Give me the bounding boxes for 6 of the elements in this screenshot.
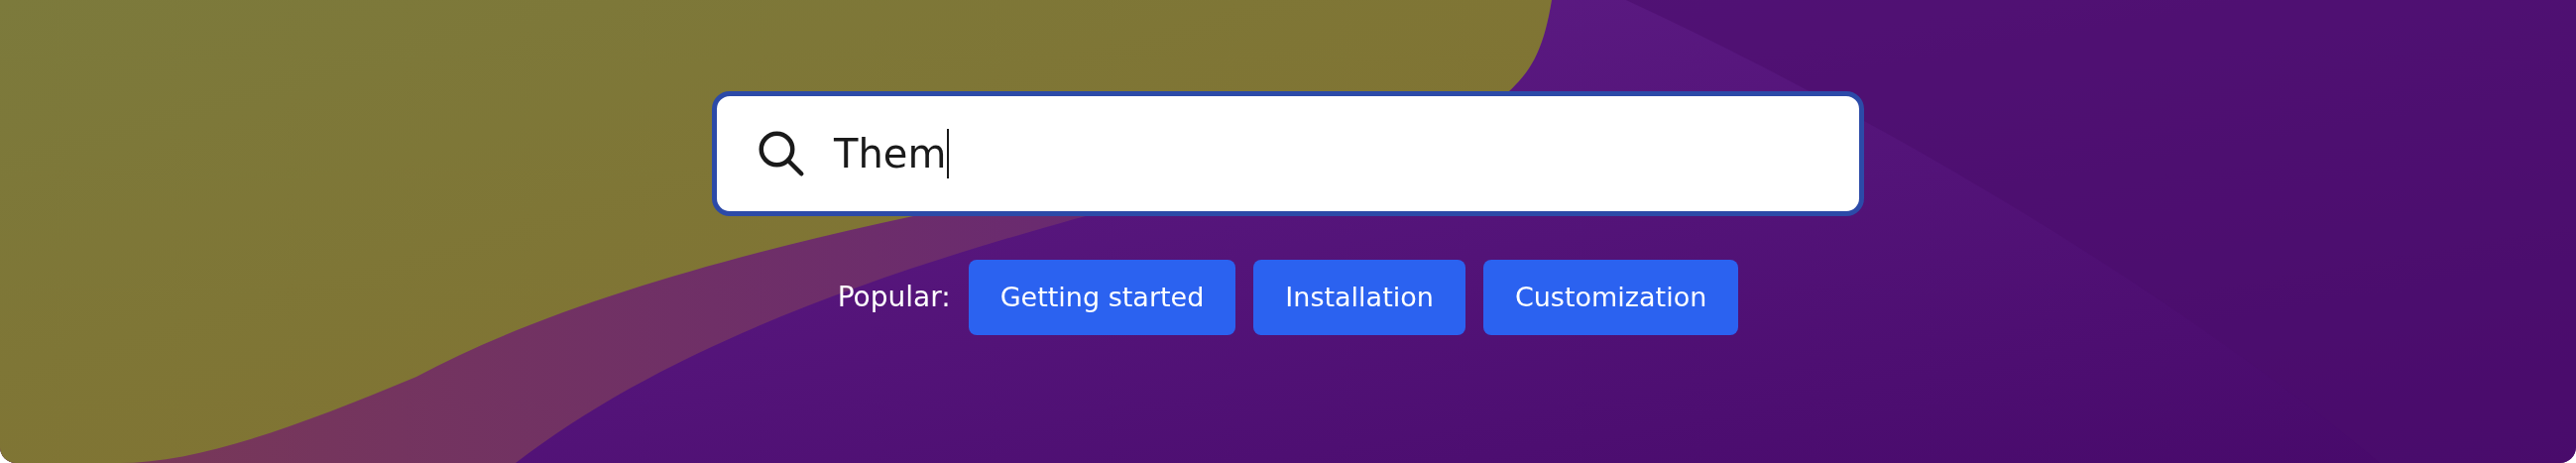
search-field[interactable]: Them (712, 91, 1864, 216)
tag-button[interactable]: Installation (1253, 260, 1465, 335)
search-text: Them (834, 129, 950, 178)
tag-button[interactable]: Getting started (968, 260, 1236, 335)
popular-label: Popular: (837, 280, 951, 315)
tag-button[interactable]: Customization (1482, 260, 1739, 335)
